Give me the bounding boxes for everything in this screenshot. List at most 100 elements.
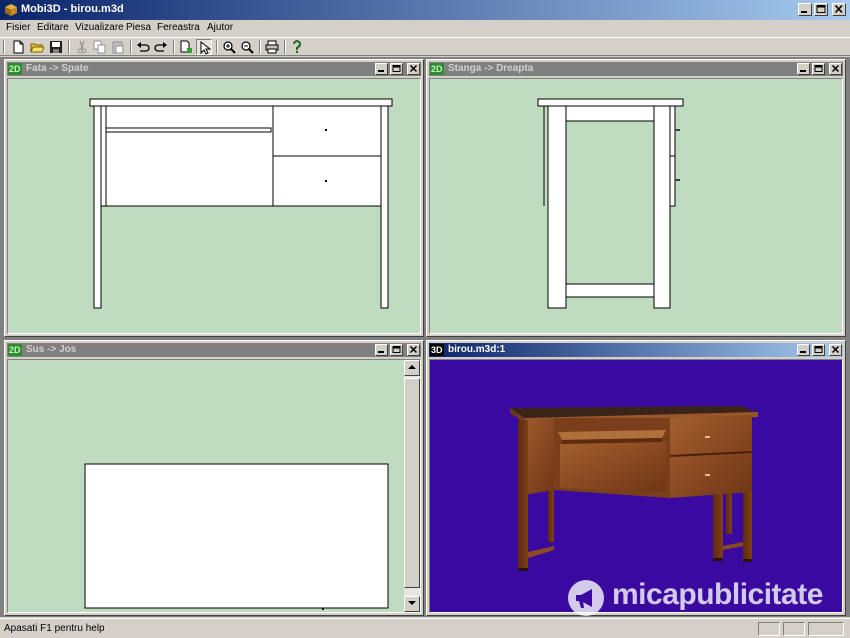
minimize-icon xyxy=(378,70,384,72)
menu-fisier[interactable]: Fisier xyxy=(4,22,32,33)
close-button[interactable] xyxy=(407,63,420,75)
3d-view-window: 3D birou.m3d:1 xyxy=(426,340,846,616)
maximize-icon xyxy=(392,65,401,72)
maximize-button[interactable] xyxy=(814,3,828,16)
maximize-button[interactable] xyxy=(812,344,825,356)
status-panel xyxy=(758,622,780,636)
zoom-out-icon xyxy=(241,41,254,54)
side-view-canvas[interactable] xyxy=(429,78,843,334)
menu-piesa[interactable]: Piesa xyxy=(124,22,153,33)
desk-3d-render xyxy=(510,406,758,571)
app-cube-icon xyxy=(5,4,17,16)
maximize-icon xyxy=(392,346,401,353)
close-button[interactable] xyxy=(829,63,842,75)
3d-view-title: birou.m3d:1 xyxy=(448,344,506,355)
menu-bar: Fisier Editare Vizualizare Piesa Fereast… xyxy=(0,20,850,37)
minimize-icon xyxy=(800,351,806,353)
menu-ajutor[interactable]: Ajutor xyxy=(205,22,235,33)
desk-top-drawing xyxy=(84,463,389,610)
side-view-title: Stanga -> Dreapta xyxy=(448,63,534,74)
arrow-up-icon xyxy=(408,365,416,369)
save-button[interactable] xyxy=(48,39,64,55)
select-button[interactable] xyxy=(196,39,212,55)
vertical-scrollbar[interactable] xyxy=(404,360,420,612)
window-title: Mobi3D - birou.m3d xyxy=(21,3,124,15)
maximize-button[interactable] xyxy=(390,344,403,356)
minimize-button[interactable] xyxy=(797,344,810,356)
toolbar-separator xyxy=(216,40,218,54)
new-button[interactable] xyxy=(10,39,26,55)
save-icon xyxy=(50,41,62,53)
undo-button[interactable] xyxy=(135,39,151,55)
side-view-caption[interactable]: 2D Stanga -> Dreapta xyxy=(429,62,843,76)
redo-icon xyxy=(154,42,167,52)
3d-view-canvas[interactable] xyxy=(429,359,843,613)
menu-editare[interactable]: Editare xyxy=(35,22,71,33)
minimize-button[interactable] xyxy=(798,3,812,16)
zoom-out-button[interactable] xyxy=(239,39,255,55)
help-icon xyxy=(293,40,301,53)
scroll-down-button[interactable] xyxy=(404,596,420,612)
cut-icon xyxy=(77,40,87,54)
close-button[interactable] xyxy=(832,3,846,16)
toolbar-separator xyxy=(173,40,175,54)
paste-icon xyxy=(112,41,124,54)
desk-front-drawing xyxy=(89,98,393,309)
print-icon xyxy=(265,40,279,54)
view-type-badge: 2D xyxy=(8,344,22,356)
add-piece-button[interactable] xyxy=(178,39,194,55)
status-panel xyxy=(783,622,805,636)
toolbar-separator xyxy=(259,40,261,54)
maximize-icon xyxy=(814,65,823,72)
arrow-down-icon xyxy=(408,601,416,605)
maximize-icon xyxy=(814,346,823,353)
maximize-icon xyxy=(816,5,826,13)
scroll-up-button[interactable] xyxy=(404,360,420,376)
view-type-badge: 2D xyxy=(8,63,22,75)
top-view-canvas[interactable] xyxy=(7,359,421,613)
toolbar xyxy=(0,37,850,56)
view-type-badge: 3D xyxy=(430,344,444,356)
new-file-icon xyxy=(13,40,24,54)
close-icon xyxy=(834,5,843,14)
desk-side-drawing xyxy=(537,98,684,309)
front-view-caption[interactable]: 2D Fata -> Spate xyxy=(7,62,421,76)
select-arrow-icon xyxy=(200,41,212,55)
megaphone-logo-icon xyxy=(568,580,604,616)
cut-button[interactable] xyxy=(74,39,90,55)
help-button[interactable] xyxy=(289,39,305,55)
toolbar-grip xyxy=(3,40,5,54)
minimize-button[interactable] xyxy=(375,63,388,75)
minimize-button[interactable] xyxy=(375,344,388,356)
view-type-badge: 2D xyxy=(430,63,444,75)
front-view-window: 2D Fata -> Spate xyxy=(4,59,424,337)
zoom-in-button[interactable] xyxy=(221,39,237,55)
scroll-thumb[interactable] xyxy=(404,378,420,588)
maximize-button[interactable] xyxy=(812,63,825,75)
zoom-in-icon xyxy=(223,41,236,54)
menu-fereastra[interactable]: Fereastra xyxy=(155,22,202,33)
watermark: micapublicitate xyxy=(566,578,846,618)
top-view-window: 2D Sus -> Jos xyxy=(4,340,424,616)
top-view-title: Sus -> Jos xyxy=(26,344,77,355)
menu-vizualizare[interactable]: Vizualizare xyxy=(73,22,126,33)
print-button[interactable] xyxy=(264,39,280,55)
close-button[interactable] xyxy=(829,344,842,356)
minimize-icon xyxy=(801,11,807,13)
minimize-button[interactable] xyxy=(797,63,810,75)
undo-icon xyxy=(137,42,150,52)
minimize-icon xyxy=(800,70,806,72)
toolbar-separator xyxy=(68,40,70,54)
close-button[interactable] xyxy=(407,344,420,356)
mdi-client-area: 2D Fata -> Spate 2D Stanga -> Dreapta 2D… xyxy=(0,57,850,617)
copy-button[interactable] xyxy=(92,39,108,55)
3d-view-caption[interactable]: 3D birou.m3d:1 xyxy=(429,343,843,357)
open-button[interactable] xyxy=(29,39,45,55)
maximize-button[interactable] xyxy=(390,63,403,75)
redo-button[interactable] xyxy=(153,39,169,55)
side-view-window: 2D Stanga -> Dreapta xyxy=(426,59,846,337)
front-view-canvas[interactable] xyxy=(7,78,421,334)
top-view-caption[interactable]: 2D Sus -> Jos xyxy=(7,343,421,357)
status-panel xyxy=(808,622,844,636)
paste-button[interactable] xyxy=(110,39,126,55)
